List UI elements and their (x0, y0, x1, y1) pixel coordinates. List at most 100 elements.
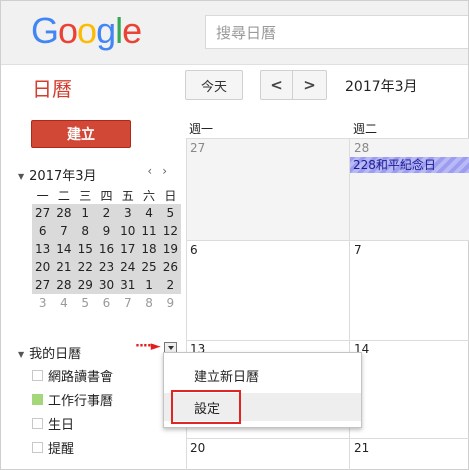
mini-calendar-title[interactable]: 2017年3月 (29, 169, 96, 184)
mini-week-row: 27 28 1 2 3 4 5 (32, 204, 181, 222)
prev-period-button[interactable]: < (260, 70, 293, 100)
mini-day[interactable]: 25 (138, 258, 160, 276)
mini-week-row: 27 28 29 30 31 1 2 (32, 276, 181, 294)
mini-next-icon[interactable]: › (162, 164, 177, 178)
chevron-right-icon: > (303, 76, 316, 94)
mini-calendar-grid: 一 二 三 四 五 六 日 27 28 1 2 3 4 5 6 7 8 9 10… (32, 187, 181, 312)
search-placeholder: 搜尋日曆 (216, 24, 277, 42)
event-chip[interactable]: 228和平紀念日 (350, 157, 469, 173)
grid-day-number[interactable]: 20 (190, 441, 205, 455)
next-period-button[interactable]: > (293, 70, 327, 100)
mini-day[interactable]: 26 (159, 258, 181, 276)
mini-day[interactable]: 13 (32, 240, 54, 258)
mini-day[interactable]: 5 (75, 294, 96, 312)
my-calendars-title: 我的日曆 (29, 347, 82, 362)
logo-letter: l (115, 10, 123, 51)
mini-day[interactable]: 18 (138, 240, 160, 258)
mini-day[interactable]: 1 (138, 276, 160, 294)
calendar-item-label: 網路讀書會 (48, 369, 114, 385)
mini-weekday: 一 (36, 189, 49, 203)
calendar-item-label: 工作行事曆 (48, 393, 114, 409)
mini-day[interactable]: 20 (32, 258, 54, 276)
mini-day[interactable]: 27 (32, 276, 54, 294)
menu-item-create-calendar[interactable]: 建立新日曆 (164, 361, 361, 389)
collapse-caret-icon[interactable]: ▼ (18, 172, 24, 181)
my-calendars-header[interactable]: ▼ 我的日曆 (18, 343, 81, 362)
mini-day[interactable]: 11 (138, 222, 160, 240)
mini-day[interactable]: 17 (117, 240, 139, 258)
mini-prev-icon[interactable]: ‹ (147, 164, 162, 178)
mini-day[interactable]: 23 (95, 258, 118, 276)
mini-day[interactable]: 27 (32, 204, 54, 222)
grid-day-number[interactable]: 7 (354, 243, 362, 257)
mini-day[interactable]: 8 (74, 222, 96, 240)
grid-weekday-header: 週一 (189, 122, 214, 136)
mini-day[interactable]: 19 (159, 240, 181, 258)
mini-day[interactable]: 31 (117, 276, 139, 294)
mini-day[interactable]: 2 (159, 276, 181, 294)
logo-letter: o (58, 10, 78, 51)
calendar-item-label: 提醒 (48, 441, 75, 457)
mini-day[interactable]: 29 (74, 276, 96, 294)
google-logo[interactable]: Google (31, 10, 142, 51)
collapse-caret-icon[interactable]: ▼ (18, 350, 24, 359)
calendar-color-checkbox[interactable] (32, 393, 43, 405)
mini-day[interactable]: 9 (95, 222, 118, 240)
mini-day[interactable]: 5 (159, 204, 181, 222)
calendar-color-checkbox[interactable] (32, 417, 43, 429)
grid-row-divider (186, 438, 469, 439)
chevron-left-icon: < (270, 76, 283, 94)
calendar-color-checkbox[interactable] (32, 441, 43, 453)
grid-day-number[interactable]: 6 (190, 243, 198, 257)
mini-weekday: 二 (57, 189, 70, 203)
calendar-item[interactable]: 工作行事曆 (32, 391, 114, 409)
create-button[interactable]: 建立 (31, 120, 131, 148)
logo-letter: G (31, 10, 59, 51)
today-button[interactable]: 今天 (185, 70, 243, 100)
grid-weekday-header: 週二 (353, 122, 378, 136)
header: Google 搜尋日曆 (1, 1, 468, 65)
mini-weekday-row: 一 二 三 四 五 六 日 (32, 187, 181, 204)
mini-day[interactable]: 21 (53, 258, 75, 276)
mini-day[interactable]: 3 (117, 204, 139, 222)
mini-week-row: 6 7 8 9 10 11 12 (32, 222, 181, 240)
mini-day[interactable]: 10 (117, 222, 139, 240)
mini-day[interactable]: 28 (53, 204, 75, 222)
mini-day[interactable]: 30 (95, 276, 118, 294)
annotation-arrow-icon: ····► (135, 339, 161, 354)
mini-day[interactable]: 15 (74, 240, 96, 258)
grid-row-divider (186, 340, 469, 341)
logo-letter: g (96, 10, 116, 51)
grid-day-number[interactable]: 27 (190, 141, 205, 155)
calendar-item[interactable]: 生日 (32, 415, 74, 433)
mini-day[interactable]: 4 (53, 294, 74, 312)
prev-month-cell[interactable] (186, 139, 349, 240)
mini-day[interactable]: 7 (53, 222, 75, 240)
mini-day[interactable]: 22 (74, 258, 96, 276)
mini-day[interactable]: 4 (138, 204, 160, 222)
mini-day[interactable]: 3 (32, 294, 53, 312)
mini-week-row: 20 21 22 23 24 25 26 (32, 258, 181, 276)
mini-day[interactable]: 14 (53, 240, 75, 258)
mini-day[interactable]: 28 (53, 276, 75, 294)
mini-day[interactable]: 9 (160, 294, 181, 312)
mini-day[interactable]: 12 (159, 222, 181, 240)
mini-weekday: 五 (121, 189, 134, 203)
mini-week-row: 3 4 5 6 7 8 9 (32, 294, 181, 312)
mini-day[interactable]: 6 (32, 222, 54, 240)
search-input[interactable]: 搜尋日曆 (205, 15, 468, 49)
mini-week-row: 13 14 15 16 17 18 19 (32, 240, 181, 258)
calendar-item[interactable]: 提醒 (32, 439, 75, 457)
mini-day[interactable]: 6 (96, 294, 117, 312)
grid-day-number[interactable]: 28 (354, 141, 369, 155)
mini-day[interactable]: 7 (117, 294, 138, 312)
mini-day[interactable]: 2 (95, 204, 118, 222)
mini-day[interactable]: 24 (117, 258, 139, 276)
mini-day[interactable]: 8 (138, 294, 159, 312)
calendar-item[interactable]: 網路讀書會 (32, 367, 114, 385)
logo-letter: o (77, 10, 97, 51)
mini-day[interactable]: 16 (95, 240, 118, 258)
mini-day[interactable]: 1 (74, 204, 96, 222)
grid-day-number[interactable]: 21 (354, 441, 369, 455)
calendar-color-checkbox[interactable] (32, 369, 43, 381)
